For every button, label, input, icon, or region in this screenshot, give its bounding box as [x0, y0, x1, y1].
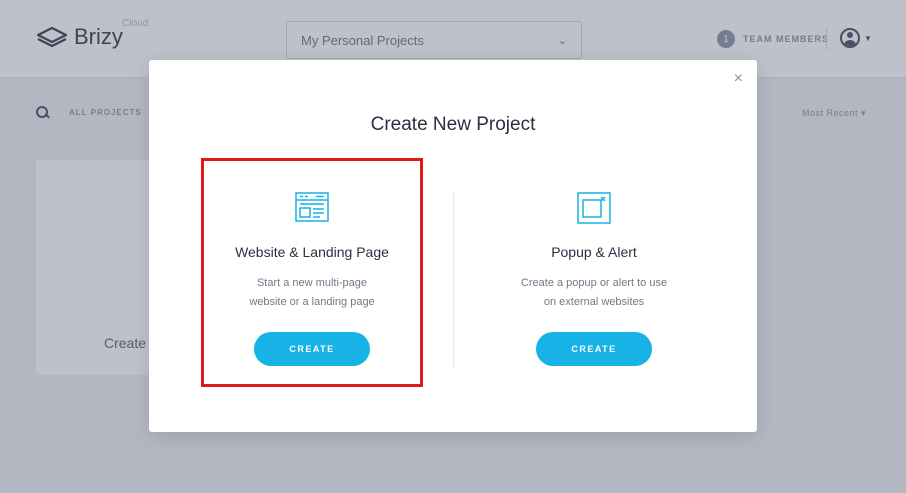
option-description-line: Create a popup or alert to use: [520, 277, 668, 289]
option-title: Popup & Alert: [551, 244, 637, 260]
close-icon[interactable]: ×: [734, 70, 743, 88]
modal-title: Create New Project: [370, 114, 536, 135]
options-divider: [453, 192, 454, 368]
popup-icon: [494, 192, 694, 228]
create-popup-button[interactable]: CREATE: [536, 332, 652, 366]
highlight-box: [201, 158, 423, 387]
option-description-line: on external websites: [543, 296, 645, 308]
option-description: Create a popup or alert to use on extern…: [494, 274, 694, 312]
option-popup: Popup & Alert Create a popup or alert to…: [494, 186, 694, 366]
